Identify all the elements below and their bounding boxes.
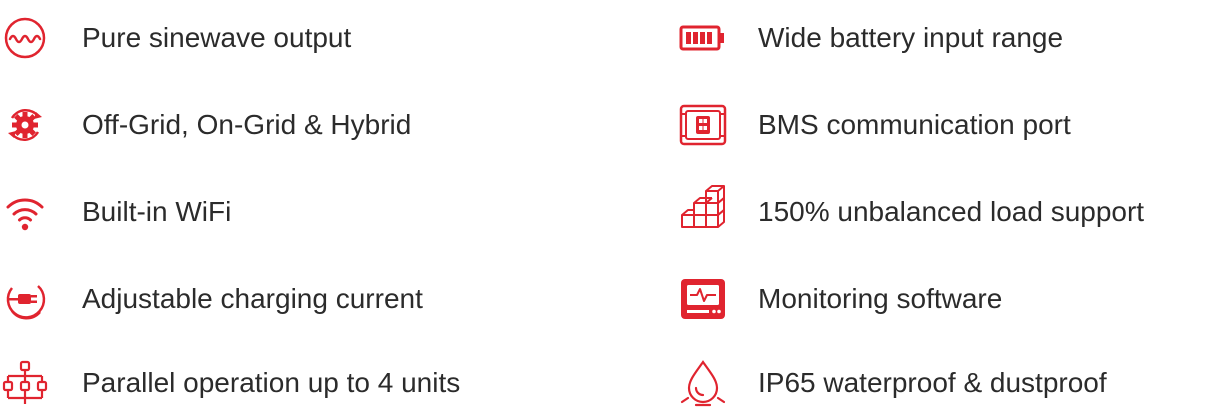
feature-wifi: Built-in WiFi <box>0 184 231 240</box>
feature-grid-modes: Off-Grid, On-Grid & Hybrid <box>0 97 411 153</box>
feature-battery-range: Wide battery input range <box>678 10 1063 66</box>
feature-label: Parallel operation up to 4 units <box>82 367 461 398</box>
feature-label: Adjustable charging current <box>82 283 423 314</box>
wifi-icon <box>0 187 50 237</box>
feature-label: IP65 waterproof & dustproof <box>758 367 1107 398</box>
feature-label: Built-in WiFi <box>82 196 232 227</box>
plug-icon <box>0 274 50 324</box>
feature-label: Wide battery input range <box>758 22 1064 53</box>
bms-port-icon <box>678 100 728 150</box>
battery-icon <box>678 13 728 63</box>
feature-label: Pure sinewave output <box>82 22 352 53</box>
feature-label: BMS communication port <box>758 109 1071 140</box>
sinewave-icon <box>0 13 50 63</box>
monitor-icon <box>678 274 728 324</box>
feature-pure-sinewave: Pure sinewave output <box>0 10 351 66</box>
feature-bms-port: BMS communication port <box>678 97 1071 153</box>
feature-charging-current: Adjustable charging current <box>0 271 423 327</box>
water-drop-icon <box>678 358 728 408</box>
parallel-units-icon <box>0 358 50 408</box>
feature-unbalanced-load: 150% unbalanced load support <box>678 184 1144 240</box>
gear-cycle-icon <box>0 100 50 150</box>
feature-label: Off-Grid, On-Grid & Hybrid <box>82 109 412 140</box>
feature-label: Monitoring software <box>758 283 1003 314</box>
feature-label: 150% unbalanced load support <box>758 196 1145 227</box>
feature-parallel-operation: Parallel operation up to 4 units <box>0 355 460 411</box>
feature-ip65: IP65 waterproof & dustproof <box>678 355 1107 411</box>
feature-monitoring-software: Monitoring software <box>678 271 1002 327</box>
stacked-cubes-icon <box>678 185 728 237</box>
